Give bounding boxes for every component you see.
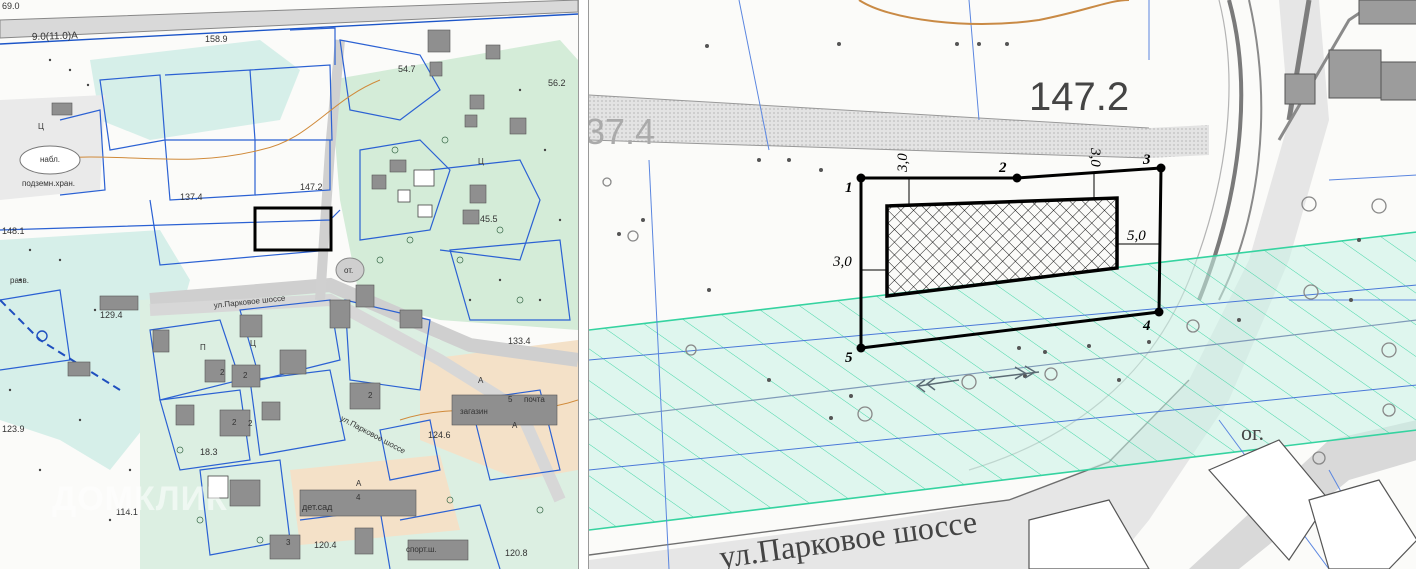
building-number: А — [512, 421, 518, 430]
elev-label: 54.7 — [398, 64, 416, 74]
road-label: 9.0(11.0)А — [32, 30, 79, 43]
vertex-label: 5 — [845, 350, 853, 366]
dimension-label: 3,0 — [1087, 147, 1103, 167]
elev-label: 137.4 — [180, 192, 203, 202]
elev-label: 18.3 — [200, 447, 218, 457]
elev-label-cut: 37.4 — [589, 111, 655, 152]
building-number: 2 — [368, 391, 373, 400]
map-label: П — [200, 343, 206, 352]
building-number: 5 — [508, 395, 513, 404]
map-label: почта — [524, 395, 545, 404]
elev-label: 133.4 — [508, 336, 531, 346]
building-number: 2 — [243, 371, 248, 380]
overview-map-panel[interactable]: 69.0 9.0(11.0)А 158.9 54.7 56.2 137.4 14… — [0, 0, 579, 569]
building-number: 2 — [232, 418, 237, 427]
map-label: спорт.ш. — [406, 545, 437, 554]
elev-label: 120.4 — [314, 540, 337, 550]
street-label: ул.Парковое шоссе — [339, 414, 407, 456]
elev-label: 69.0 — [2, 1, 20, 11]
map-label: подземн.хран. — [22, 179, 75, 188]
dimension-label: 3,0 — [832, 254, 852, 270]
elev-label: 120.8 — [505, 548, 528, 558]
map-label: от. — [344, 266, 353, 275]
elev-label: 148.1 — [2, 226, 25, 236]
building-number: А — [478, 376, 484, 385]
elev-label: 158.9 — [205, 34, 228, 44]
map-label: Ц — [478, 157, 484, 166]
building-number: 2 — [220, 368, 225, 377]
detail-map-labels: 37.4 147.2 ул.Парковое шоссе ог. 1 2 3 4… — [589, 75, 1264, 569]
watermark: ДОМКЛИК — [52, 480, 228, 518]
elev-label: 123.9 — [2, 424, 25, 434]
street-label: ул.Парковое шоссе — [213, 293, 286, 310]
map-label: дет.сад — [302, 502, 333, 512]
elev-label-main: 147.2 — [1029, 75, 1129, 119]
elev-label: 56.2 — [548, 78, 566, 88]
vertex-label: 2 — [998, 160, 1007, 176]
landuse-label: ог. — [1241, 420, 1264, 445]
street-label: ул.Парковое шоссе — [717, 503, 979, 569]
elev-label: 45.5 — [480, 214, 498, 224]
map-label: Ц — [38, 122, 44, 131]
elev-label: 147.2 — [300, 182, 323, 192]
detail-map-panel[interactable]: 37.4 147.2 ул.Парковое шоссе ог. 1 2 3 4… — [588, 0, 1416, 569]
vertex-label: 1 — [845, 180, 853, 196]
dimension-label: 5,0 — [1127, 228, 1146, 244]
map-label: набл. — [40, 155, 60, 164]
building-number: А — [356, 479, 362, 488]
elev-label: 129.4 — [100, 310, 123, 320]
vertex-label: 4 — [1142, 318, 1151, 334]
building-number: 3 — [286, 538, 291, 547]
panel-divider — [579, 0, 587, 569]
elev-label: 124.6 — [428, 430, 451, 440]
building-number: 2 — [248, 419, 253, 428]
building-number: 4 — [356, 493, 361, 502]
map-label: Ц — [250, 339, 256, 348]
dimension-label: 3,0 — [895, 153, 911, 173]
vertex-label: 3 — [1142, 152, 1151, 168]
map-label: разв. — [10, 276, 29, 285]
map-label: загазин — [460, 407, 488, 416]
